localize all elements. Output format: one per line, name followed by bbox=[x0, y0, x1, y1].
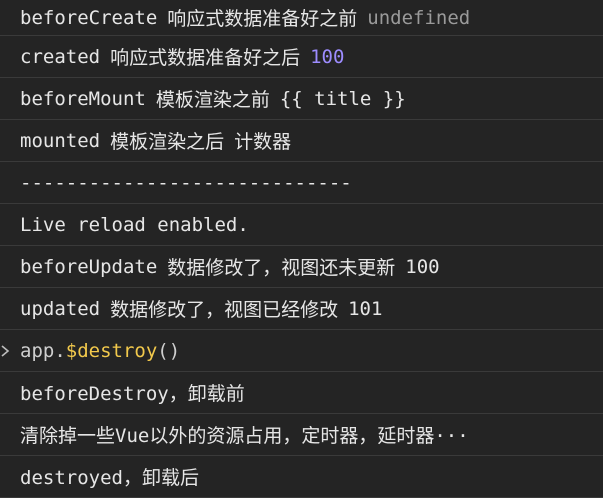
log-separator: ----------------------------- bbox=[20, 171, 352, 194]
log-text: updated bbox=[20, 297, 101, 320]
log-value-text: 计数器 bbox=[234, 131, 292, 153]
input-method: $destroy bbox=[65, 339, 158, 362]
log-value-template: {{ title }} bbox=[279, 87, 406, 110]
log-text: destroyed，卸载后 bbox=[20, 467, 199, 489]
log-text: 数据修改了，视图已经修改 bbox=[110, 299, 339, 321]
input-text: app. bbox=[20, 339, 66, 362]
log-text: 响应式数据准备好之后 bbox=[110, 47, 301, 69]
console-output: beforeCreate 响应式数据准备好之前 undefined create… bbox=[0, 0, 603, 498]
log-text: 模板渲染之后 bbox=[110, 131, 225, 153]
input-call: () bbox=[157, 339, 181, 362]
log-text: 数据修改了，视图还未更新 bbox=[167, 257, 396, 279]
log-line: destroyed，卸载后 bbox=[0, 456, 603, 498]
log-line: mounted 模板渲染之后 计数器 bbox=[0, 120, 603, 162]
log-text: Live reload enabled. bbox=[20, 213, 249, 236]
log-line: beforeUpdate 数据修改了，视图还未更新 100 bbox=[0, 246, 603, 288]
log-text: 清除掉一些Vue以外的资源占用，定时器，延时器··· bbox=[20, 425, 469, 447]
log-line: beforeCreate 响应式数据准备好之前 undefined bbox=[0, 0, 603, 36]
log-line: beforeDestroy，卸载前 bbox=[0, 372, 603, 414]
log-text: beforeUpdate bbox=[20, 255, 158, 278]
log-text: beforeDestroy，卸载前 bbox=[20, 383, 245, 405]
log-text: created bbox=[20, 45, 101, 68]
log-line: beforeMount 模板渲染之前 {{ title }} bbox=[0, 78, 603, 120]
log-text: beforeCreate bbox=[20, 6, 158, 29]
log-line: created 响应式数据准备好之后 100 bbox=[0, 36, 603, 78]
console-input-line[interactable]: app. $destroy() bbox=[0, 330, 603, 372]
log-value-number: 100 bbox=[310, 45, 345, 68]
log-text: 模板渲染之前 bbox=[155, 89, 270, 111]
log-text: 响应式数据准备好之前 bbox=[167, 8, 358, 30]
log-value-number: 101 bbox=[348, 297, 383, 320]
log-value-number: 100 bbox=[405, 255, 440, 278]
chevron-right-icon bbox=[1, 344, 10, 357]
log-value-undefined: undefined bbox=[367, 6, 471, 29]
log-line: 清除掉一些Vue以外的资源占用，定时器，延时器··· bbox=[0, 414, 603, 456]
log-line: ----------------------------- bbox=[0, 162, 603, 204]
log-text: mounted bbox=[20, 129, 101, 152]
log-text: beforeMount bbox=[20, 87, 146, 110]
log-line: Live reload enabled. bbox=[0, 204, 603, 246]
log-line: updated 数据修改了，视图已经修改 101 bbox=[0, 288, 603, 330]
